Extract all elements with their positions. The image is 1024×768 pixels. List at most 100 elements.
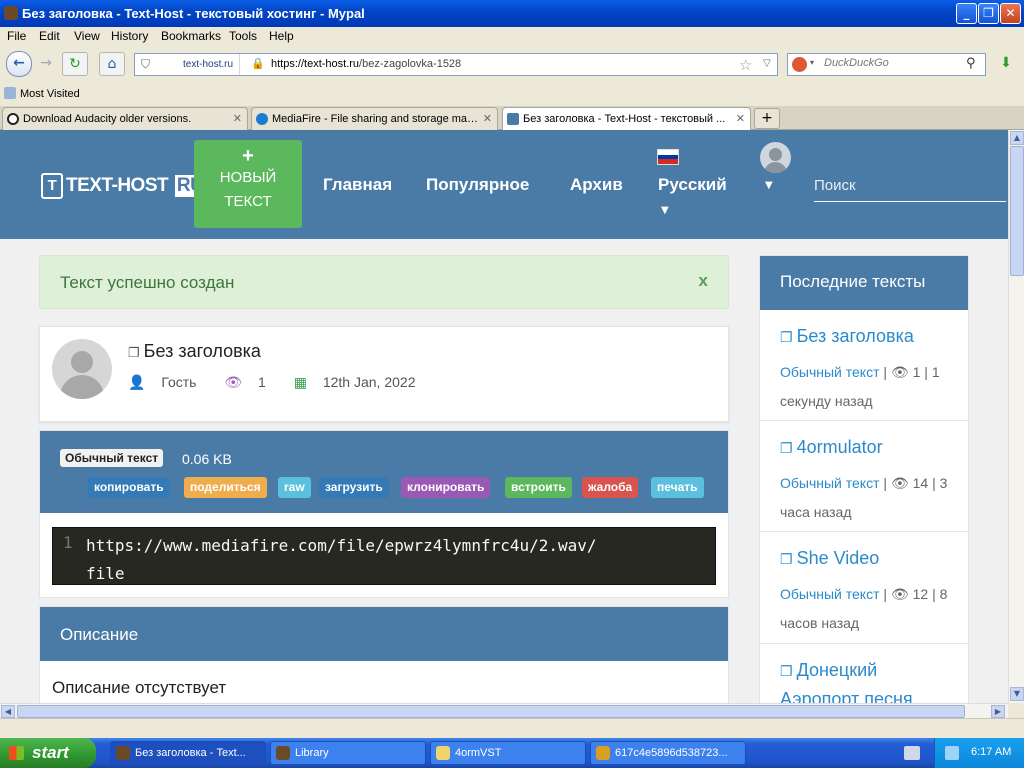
menu-view[interactable]: View xyxy=(74,29,100,43)
type-badge: Обычный текст xyxy=(60,449,164,467)
url-dropdown-icon[interactable]: ▽ xyxy=(763,58,771,69)
maximize-button[interactable]: ❐ xyxy=(978,3,999,24)
url-bar[interactable]: ⛉ text-host.ru 🔒 https://text-host.ru/be… xyxy=(134,53,778,76)
scroll-right-icon[interactable]: ▶ xyxy=(991,705,1005,718)
new-tab-button[interactable]: + xyxy=(754,108,780,129)
forward-button[interactable]: → xyxy=(34,52,58,76)
post-meta: 👤 Гость 👁 1 ▦ 12th Jan, 2022 xyxy=(128,374,439,391)
scroll-left-icon[interactable]: ◀ xyxy=(1,705,15,718)
print-button[interactable]: печать xyxy=(651,477,704,498)
avatar-head xyxy=(769,148,782,161)
site-identity[interactable]: text-host.ru xyxy=(163,54,241,75)
recent-item-views: 12 xyxy=(912,586,929,602)
task-library[interactable]: Library xyxy=(270,741,426,765)
language-caret-icon[interactable]: ▼ xyxy=(661,205,669,216)
site-logo[interactable]: T TEXT-HOST RU xyxy=(41,173,206,199)
search-bar[interactable]: ▾ ⚲ xyxy=(787,53,986,76)
tab-close-icon[interactable]: ✕ xyxy=(483,112,492,125)
engine-dropdown-icon[interactable]: ▾ xyxy=(810,58,814,67)
minimize-button[interactable]: _ xyxy=(956,3,977,24)
recent-item: ❐ Без заголовка Обычный текст | 👁 1 | 1 с… xyxy=(760,310,968,421)
user-icon: 👤 xyxy=(128,374,146,390)
tab-close-icon[interactable]: ✕ xyxy=(736,112,745,125)
text-host-icon xyxy=(507,113,519,125)
alert-close-button[interactable]: x xyxy=(699,271,708,291)
recent-item-title[interactable]: ❐ Без заголовка xyxy=(780,326,914,347)
nav-home[interactable]: Главная xyxy=(323,175,392,195)
code-text[interactable]: https://www.mediafire.com/file/epwrz4lym… xyxy=(86,532,606,588)
task-label: 617c4e5896d538723... xyxy=(615,747,728,759)
start-button[interactable]: start xyxy=(0,738,96,768)
network-icon[interactable] xyxy=(945,746,959,760)
nav-archive[interactable]: Архив xyxy=(570,175,623,195)
nav-popular[interactable]: Популярное xyxy=(426,175,529,195)
menu-bookmarks[interactable]: Bookmarks xyxy=(161,29,221,43)
scroll-thumb[interactable] xyxy=(1010,146,1024,276)
post-title: ❐ Без заголовка xyxy=(128,341,261,362)
search-icon[interactable]: ⚲ xyxy=(966,56,976,71)
post-title-text: Без заголовка xyxy=(143,341,261,361)
task-file[interactable]: 617c4e5896d538723... xyxy=(590,741,746,765)
tab-label: Download Audacity older versions. xyxy=(23,113,192,125)
new-text-button[interactable]: + НОВЫЙ ТЕКСТ xyxy=(194,140,302,228)
clone-button[interactable]: клонировать xyxy=(401,477,491,498)
recent-item-title[interactable]: ❐ She Video xyxy=(780,548,879,569)
code-panel-header: Обычный текст 0.06 KB копировать поделит… xyxy=(40,431,728,513)
tab-text-host[interactable]: Без заголовка - Text-Host - текстовый ..… xyxy=(502,107,751,131)
home-button[interactable]: ⌂ xyxy=(99,52,125,76)
scroll-thumb[interactable] xyxy=(17,705,965,718)
embed-button[interactable]: встроить xyxy=(505,477,572,498)
back-button[interactable]: ← xyxy=(6,51,32,77)
author-avatar xyxy=(52,339,112,399)
size-text: 0.06 KB xyxy=(182,451,232,467)
menu-history[interactable]: History xyxy=(111,29,148,43)
download-button[interactable]: загрузить xyxy=(319,477,389,498)
recent-item-title[interactable]: ❐ 4ormulator xyxy=(780,437,883,458)
recent-item-title-text: Донецкий Аэропорт песня xyxy=(780,660,913,703)
menu-tools[interactable]: Tools xyxy=(229,29,257,43)
recent-item-title[interactable]: ❐ Донецкий Аэропорт песня xyxy=(780,656,960,703)
recent-item-type[interactable]: Обычный текст xyxy=(780,586,880,602)
close-button[interactable]: ✕ xyxy=(1000,3,1021,24)
post-author-text: Гость xyxy=(161,374,197,390)
download-arrow-icon[interactable]: ⬇ xyxy=(994,55,1018,75)
task-mypal[interactable]: Без заголовка - Text... xyxy=(110,741,266,765)
user-caret-icon[interactable]: ▼ xyxy=(765,180,773,191)
user-avatar[interactable] xyxy=(760,142,791,173)
tab-audacity[interactable]: Download Audacity older versions. ✕ xyxy=(2,107,248,130)
description-body: Описание отсутствует xyxy=(52,678,227,697)
search-input[interactable] xyxy=(824,57,964,69)
task-4ormvst[interactable]: 4ormVST xyxy=(430,741,586,765)
url-text[interactable]: https://text-host.ru/bez-zagolovka-1528 xyxy=(271,58,461,70)
site-search-input[interactable] xyxy=(814,170,1006,202)
raw-button[interactable]: raw xyxy=(278,477,311,498)
menu-file[interactable]: File xyxy=(7,29,26,43)
url-path: /bez-zagolovka-1528 xyxy=(359,58,462,70)
post-card: ❐ Без заголовка 👤 Гость 👁 1 ▦ 12th Jan, 2… xyxy=(39,326,729,422)
horizontal-scrollbar[interactable]: ◀ ▶ xyxy=(0,703,1008,718)
most-visited-bookmark[interactable]: Most Visited xyxy=(4,87,80,100)
menu-help[interactable]: Help xyxy=(269,29,294,43)
scroll-up-icon[interactable]: ▲ xyxy=(1010,131,1024,145)
document-icon: ❐ xyxy=(780,551,793,567)
window-title-bar: Без заголовка - Text-Host - текстовый хо… xyxy=(0,0,1024,27)
duckduckgo-icon[interactable] xyxy=(792,57,807,72)
vertical-scrollbar[interactable]: ▲ ▼ xyxy=(1008,130,1024,703)
tab-close-icon[interactable]: ✕ xyxy=(233,112,242,125)
reload-button[interactable]: ↻ xyxy=(62,52,88,76)
russian-flag-icon[interactable] xyxy=(657,149,679,165)
tab-mediafire[interactable]: MediaFire - File sharing and storage mad… xyxy=(251,107,498,130)
keyboard-icon[interactable] xyxy=(904,746,920,760)
shield-icon[interactable]: ⛉ xyxy=(141,57,150,72)
site-header: T TEXT-HOST RU + НОВЫЙ ТЕКСТ Главная Попу… xyxy=(0,130,1008,239)
copy-button[interactable]: копировать xyxy=(88,477,170,498)
nav-language[interactable]: Русский xyxy=(658,175,727,195)
code-block[interactable]: 1 https://www.mediafire.com/file/epwrz4l… xyxy=(52,527,716,585)
recent-item-type[interactable]: Обычный текст xyxy=(780,475,880,491)
recent-item-type[interactable]: Обычный текст xyxy=(780,364,880,380)
menu-edit[interactable]: Edit xyxy=(39,29,60,43)
report-button[interactable]: жалоба xyxy=(582,477,639,498)
share-button[interactable]: поделиться xyxy=(184,477,267,498)
scroll-down-icon[interactable]: ▼ xyxy=(1010,687,1024,701)
bookmark-star-icon[interactable]: ☆ xyxy=(739,56,752,74)
